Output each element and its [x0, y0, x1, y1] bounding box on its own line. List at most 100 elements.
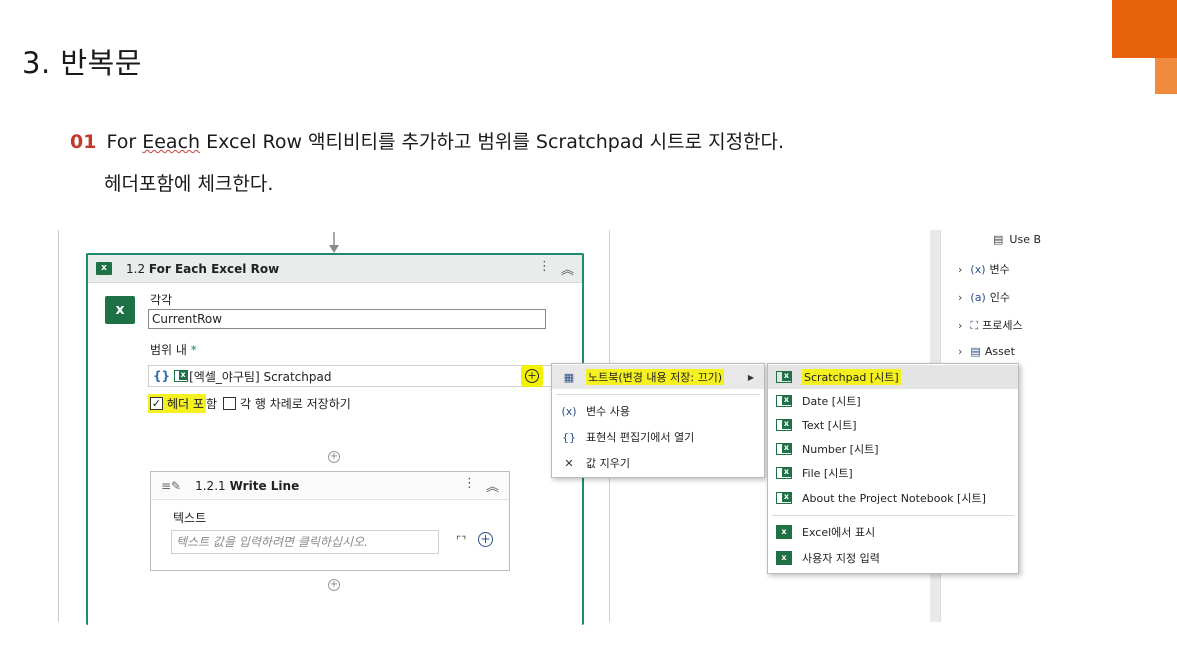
menu-item-clear-value[interactable]: ✕ 값 지우기	[552, 451, 764, 475]
each-variable-field[interactable]: CurrentRow	[148, 309, 546, 329]
excel-icon: x	[776, 551, 792, 565]
chevron-right-icon: ›	[958, 263, 963, 276]
sheet-icon	[776, 419, 792, 431]
step-number: 01	[70, 131, 97, 153]
sheet-icon	[776, 395, 792, 407]
each-label: 각각	[150, 293, 173, 307]
for-each-excel-row-activity[interactable]: x 1.2 For Each Excel Row ⋮ ︽ x 각각 Curren…	[86, 253, 584, 625]
menu-item-expression-editor[interactable]: {} 표현식 편집기에서 열기	[552, 425, 764, 449]
scope-input[interactable]: {} [엑셀_야구팀] Scratchpad ⌜⌝	[148, 365, 553, 387]
submenu-item-label: Text [시트]	[802, 419, 857, 432]
add-activity-icon[interactable]: +	[328, 579, 340, 591]
variable-icon: (x)	[970, 263, 986, 276]
menu-item-use-variable[interactable]: (x) 변수 사용	[552, 399, 764, 423]
panel-item-variables[interactable]: › (x) 변수	[958, 261, 1010, 277]
submenu-item-label: Date [시트]	[802, 395, 861, 408]
header-include-option[interactable]: ✓ 헤더 포	[148, 394, 206, 413]
step-instruction-line2: 헤더포함에 체크한다.	[104, 173, 274, 195]
write-line-title: Write Line	[229, 478, 300, 493]
submenu-item-about[interactable]: About the Project Notebook [시트]	[768, 486, 1018, 510]
submenu-item-scratchpad[interactable]: Scratchpad [시트]	[768, 365, 1018, 389]
braces-icon: {}	[562, 430, 576, 444]
menu-item-label: 표현식 편집기에서 열기	[586, 431, 695, 444]
panel-item-asset[interactable]: › ▤ Asset	[958, 345, 1015, 358]
write-line-id: 1.2.1	[195, 478, 226, 493]
step-text-post: Excel Row 액티비티를 추가하고 범위를 Scratchpad 시트로 …	[200, 131, 785, 153]
menu-item-label: 값 지우기	[586, 457, 630, 470]
scope-label: 범위 내 *	[150, 341, 197, 358]
submenu-item-date[interactable]: Date [시트]	[768, 389, 1018, 413]
clear-icon: ✕	[564, 456, 574, 470]
more-options-icon[interactable]: ⋮	[463, 476, 476, 495]
excel-show-icon: x	[776, 525, 792, 539]
submenu-item-label: File [시트]	[802, 467, 853, 480]
process-icon: ⛶	[970, 319, 979, 332]
panel-item-process[interactable]: › ⛶ 프로세스	[958, 317, 1023, 333]
write-line-activity[interactable]: ≡✎ 1.2.1 Write Line ⋮ ︽ 텍스트 텍스트 값을 입력하려면…	[150, 471, 510, 571]
sheet-icon	[776, 467, 792, 479]
flow-arrow-icon	[329, 232, 339, 253]
asset-icon: ▤	[970, 345, 981, 358]
scope-label-text: 범위 내	[150, 343, 187, 357]
collapse-icon[interactable]: ︽	[486, 476, 499, 495]
submenu-item-show-in-excel[interactable]: x Excel에서 표시	[768, 520, 1018, 544]
decor-orange-block-small	[1155, 58, 1177, 94]
submenu-arrow-icon: ▶	[747, 372, 754, 382]
row-order-checkbox[interactable]	[222, 397, 236, 410]
panel-item-label: 프로세스	[982, 319, 1023, 332]
write-line-icon: ≡✎	[161, 478, 182, 493]
chevron-right-icon: ›	[958, 291, 963, 304]
submenu-item-custom-input[interactable]: x 사용자 지정 입력	[768, 546, 1018, 570]
step-instruction: 01 For Eeach Excel Row 액티비티를 추가하고 범위를 Sc…	[70, 127, 784, 154]
expand-icon[interactable]: ⌜⌝	[456, 534, 466, 547]
notebook-submenu: Scratchpad [시트] Date [시트] Text [시트] Numb…	[767, 363, 1019, 574]
plus-icon[interactable]: +	[478, 532, 493, 547]
header-include-label: 헤더 포	[167, 397, 204, 411]
submenu-item-file[interactable]: File [시트]	[768, 461, 1018, 485]
argument-icon: (a)	[970, 291, 986, 304]
step-text-typo: Eeach	[142, 131, 201, 153]
add-activity-icon[interactable]: +	[328, 451, 340, 463]
activity-header[interactable]: x 1.2 For Each Excel Row ⋮ ︽	[88, 255, 582, 283]
sheet-icon	[776, 443, 792, 455]
plus-icon[interactable]: +	[525, 369, 539, 383]
sheet-icon	[776, 371, 792, 383]
braces-icon: {}	[153, 369, 171, 383]
plus-button-highlight[interactable]: +	[521, 365, 543, 387]
text-label: 텍스트	[173, 511, 207, 525]
submenu-item-text[interactable]: Text [시트]	[768, 413, 1018, 437]
menu-item-notebook[interactable]: ▦ 노트북(변경 내용 저장: 끄기) ▶	[552, 365, 764, 389]
panel-item-use[interactable]: ▤ Use B	[993, 233, 1041, 246]
more-options-icon[interactable]: ⋮	[538, 259, 551, 278]
chevron-right-icon: ›	[958, 345, 963, 358]
write-line-header[interactable]: ≡✎ 1.2.1 Write Line ⋮ ︽	[151, 472, 509, 500]
menu-divider	[772, 515, 1014, 516]
text-value-input[interactable]: 텍스트 값을 입력하려면 클릭하십시오.	[171, 530, 439, 554]
plus-context-menu: ▦ 노트북(변경 내용 저장: 끄기) ▶ (x) 변수 사용 {} 표현식 편…	[551, 363, 765, 478]
row-order-label: 각 행 차례로 저장하기	[239, 397, 351, 411]
activity-id: 1.2	[126, 261, 146, 276]
submenu-item-label: About the Project Notebook [시트]	[802, 492, 986, 505]
submenu-item-number[interactable]: Number [시트]	[768, 437, 1018, 461]
collapse-icon[interactable]: ︽	[561, 259, 574, 278]
submenu-item-label: Number [시트]	[802, 443, 879, 456]
header-include-checkbox[interactable]: ✓	[150, 397, 163, 410]
step-text-pre: For	[106, 131, 143, 153]
activity-name: For Each Excel Row	[148, 261, 280, 276]
panel-item-arguments[interactable]: › (a) 인수	[958, 289, 1010, 305]
notebook-icon: ▦	[563, 370, 575, 384]
sheet-icon	[174, 370, 189, 382]
submenu-item-label: Scratchpad [시트]	[802, 369, 901, 385]
panel-item-label: 인수	[989, 291, 1010, 304]
scope-value: [엑셀_야구팀] Scratchpad	[189, 369, 332, 384]
slide-title: 3. 반복문	[22, 46, 142, 80]
activity-title: 1.2 For Each Excel Row	[126, 262, 279, 276]
panel-item-label: Asset	[984, 345, 1015, 358]
header-include-label-rest: 함	[205, 397, 217, 411]
excel-large-icon: x	[105, 296, 135, 324]
excel-file-icon: ▤	[993, 233, 1004, 246]
menu-item-label: 노트북(변경 내용 저장: 끄기)	[586, 369, 725, 385]
decor-orange-block	[1112, 0, 1177, 58]
submenu-item-label: 사용자 지정 입력	[802, 552, 880, 565]
required-marker: *	[190, 343, 197, 357]
